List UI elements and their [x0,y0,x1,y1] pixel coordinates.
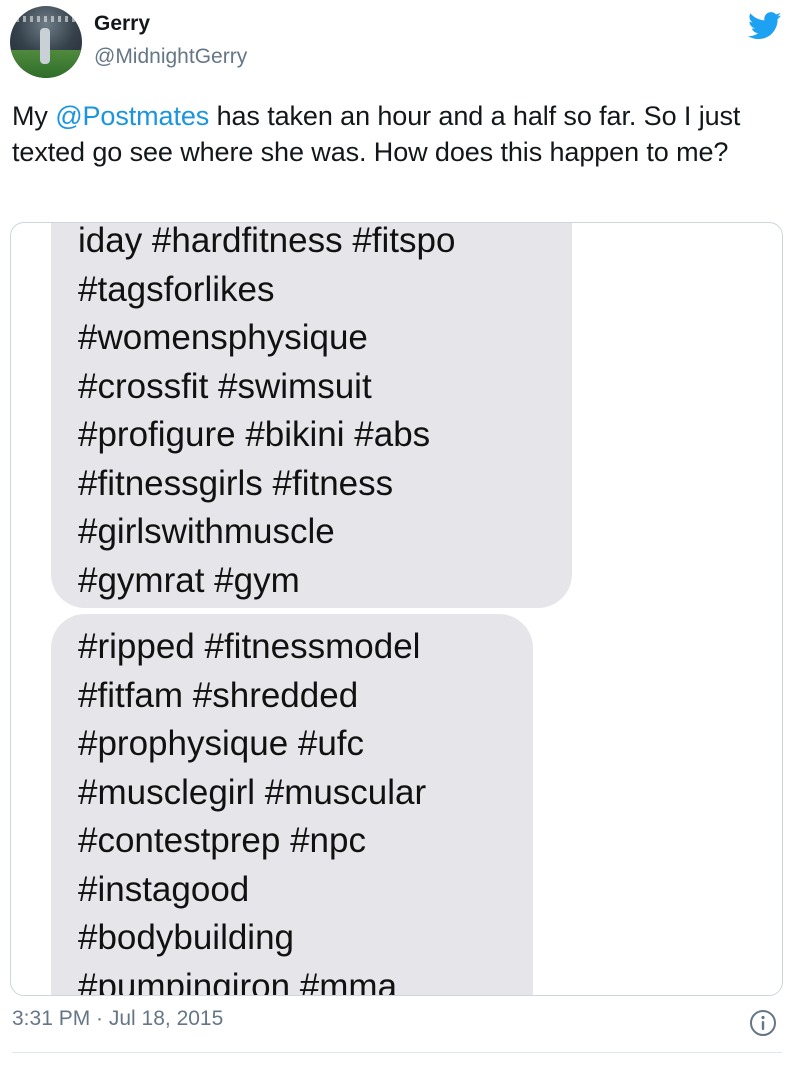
message-line: #contestprep #npc [78,821,366,860]
message-line: #musclegirl #muscular [78,772,427,812]
message-line: #womensphysique [78,318,368,357]
info-icon[interactable] [749,1009,777,1037]
tweet-timestamp[interactable]: 3:31 PM · Jul 18, 2015 [12,1007,223,1031]
message-line: #girlswithmuscle [78,512,335,551]
tweet-text-start: My [12,101,56,131]
message-line: #tagsforlikes [78,269,275,309]
message-line: #gymrat #gym [78,560,300,600]
user-handle[interactable]: @MidnightGerry [94,45,247,69]
message-line: #prophysique #ufc [78,724,365,763]
message-line: #instagood [78,869,250,909]
display-name[interactable]: Gerry [94,12,150,36]
message-line: iday #hardfitness #fitspo [78,222,456,260]
message-bubble: #ripped #fitnessmodel #fitfam #shredded … [51,614,533,996]
message-line: #fitfam #shredded [78,675,359,715]
avatar-arena-lights [16,16,76,22]
tweet-text: My @Postmates has taken an hour and a ha… [12,98,782,170]
message-line: #bodybuilding [78,918,295,957]
message-bubble: iday #hardfitness #fitspo #tagsforlikes … [51,222,572,608]
message-line: #profigure #bikini #abs [78,415,431,454]
avatar[interactable] [10,6,82,78]
mention-link[interactable]: @Postmates [55,101,209,131]
message-line: #pumpingiron #mma [78,966,398,996]
twitter-bird-icon[interactable] [748,12,782,40]
message-line: #crossfit #swimsuit [78,366,372,406]
avatar-player [40,28,50,64]
divider [12,1052,782,1053]
tweet-media-image[interactable]: iday #hardfitness #fitspo #tagsforlikes … [10,222,783,996]
message-line: #ripped #fitnessmodel [78,627,421,666]
message-line: #fitnessgirls #fitness [78,463,394,503]
